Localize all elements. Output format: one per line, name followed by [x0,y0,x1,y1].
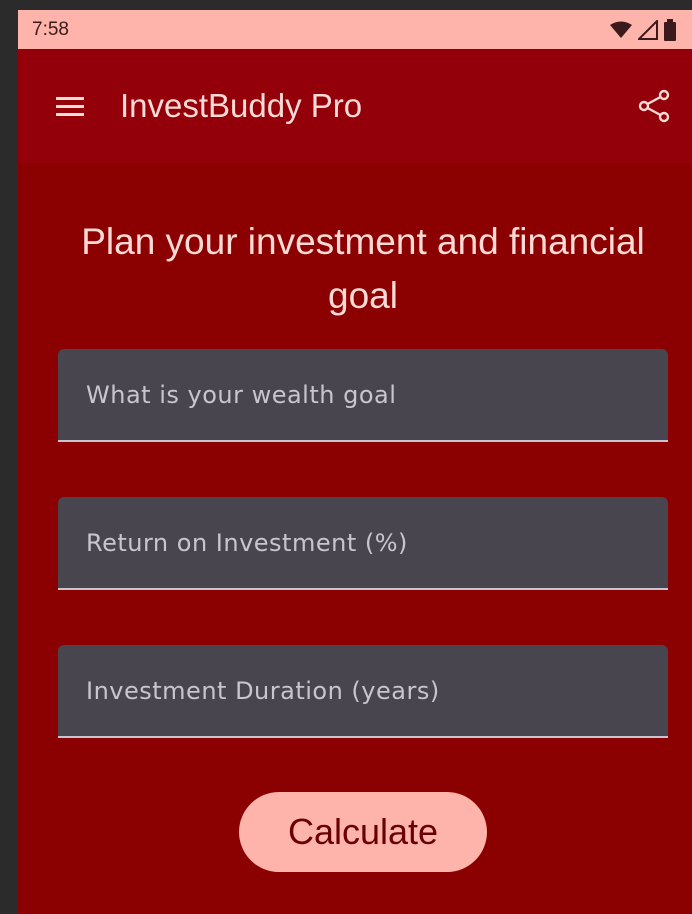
duration-input[interactable] [58,645,668,736]
calculate-button-wrapper: Calculate [58,792,668,872]
status-bar: 7:58 [18,10,692,49]
roi-input[interactable] [58,497,668,588]
status-time: 7:58 [32,18,69,40]
app-title: InvestBuddy Pro [120,87,363,124]
page-heading: Plan your investment and financial goal [81,221,645,316]
signal-icon [638,19,658,40]
status-icons [610,18,676,41]
roi-field-container [58,497,668,590]
top-app-bar: InvestBuddy Pro [18,49,692,163]
hamburger-menu-icon[interactable] [54,94,88,118]
battery-icon [664,18,676,41]
screen-left-edge [0,0,18,914]
main-content: Plan your investment and financial goal … [18,215,692,872]
duration-field-container [58,645,668,738]
share-icon[interactable] [636,88,672,124]
screen-top-edge [0,0,692,10]
calculate-button[interactable]: Calculate [239,792,487,872]
wealth-goal-field-container [58,349,668,442]
app-screen: 7:58 InvestBuddy Pro Plan your investmen… [18,10,692,914]
wifi-icon [610,21,632,38]
wealth-goal-input[interactable] [58,349,668,440]
